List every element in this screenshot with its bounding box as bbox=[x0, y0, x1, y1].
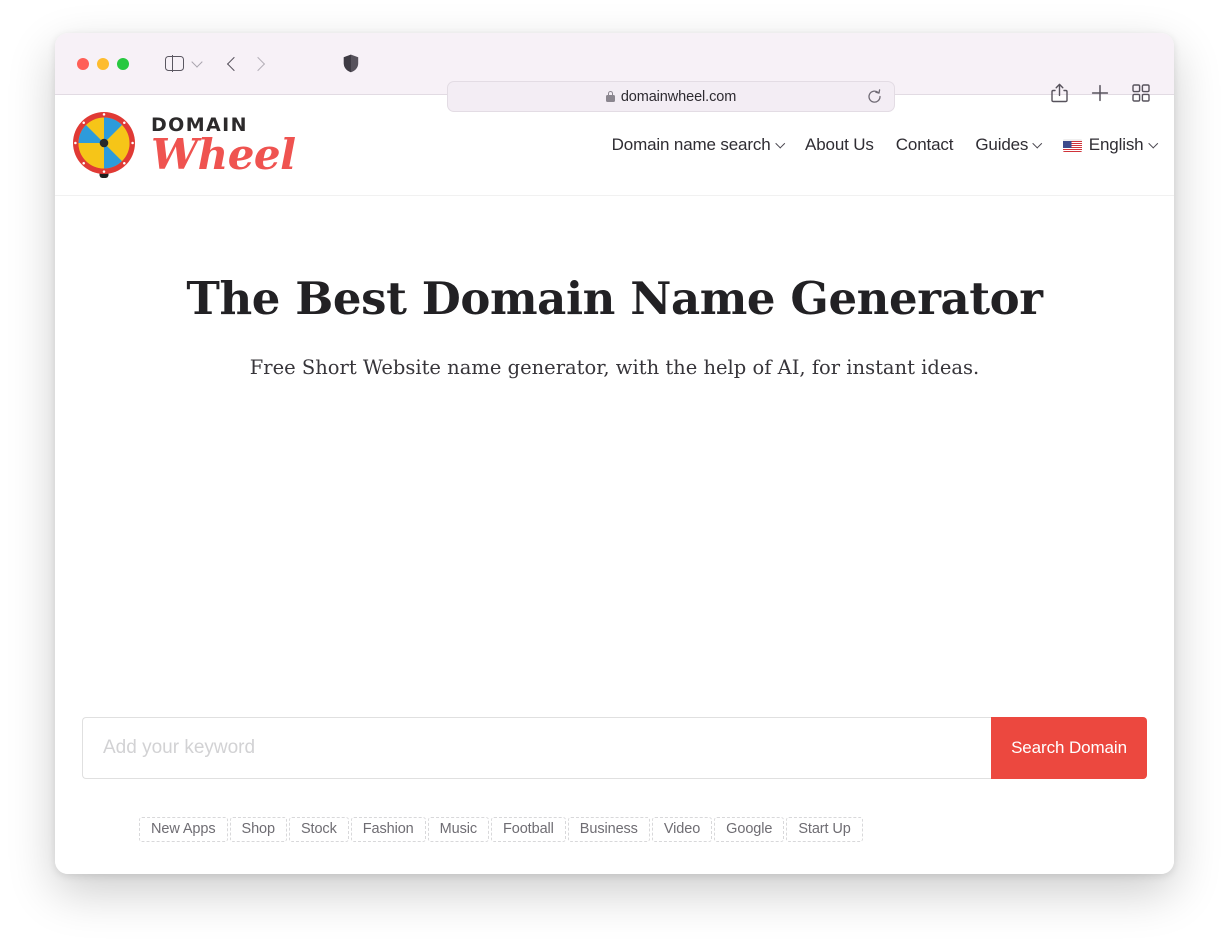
maximize-window-button[interactable] bbox=[117, 57, 129, 70]
chip-music[interactable]: Music bbox=[427, 817, 489, 842]
logo-wordmark: DOMAIN Wheel bbox=[151, 115, 296, 175]
browser-toolbar: domainwheel.com bbox=[55, 33, 1174, 112]
chevron-down-icon bbox=[1032, 138, 1043, 148]
suggested-keyword-chips: New Apps Shop Stock Fashion Music Footba… bbox=[139, 817, 863, 842]
chevron-down-icon[interactable] bbox=[191, 55, 203, 68]
chip-fashion[interactable]: Fashion bbox=[350, 817, 426, 842]
forward-arrow-icon[interactable] bbox=[250, 56, 266, 71]
page-content: The Best Domain Name Generator Free Shor… bbox=[55, 272, 1174, 874]
nav-label: About Us bbox=[805, 135, 874, 154]
nav-item-contact[interactable]: Contact bbox=[896, 135, 954, 155]
page-subtitle: Free Short Website name generator, with … bbox=[249, 356, 980, 379]
chip-video[interactable]: Video bbox=[651, 817, 713, 842]
us-flag-icon bbox=[1062, 138, 1082, 152]
page-title: The Best Domain Name Generator bbox=[186, 272, 1043, 325]
reload-icon[interactable] bbox=[867, 89, 882, 104]
nav-label: Domain name search bbox=[611, 135, 771, 154]
language-selector[interactable]: English bbox=[1062, 135, 1158, 155]
sidebar-toggle-button[interactable] bbox=[165, 55, 203, 72]
nav-label: Guides bbox=[975, 135, 1029, 154]
chevron-down-icon bbox=[775, 138, 785, 148]
chip-google[interactable]: Google bbox=[714, 817, 785, 842]
search-domain-button[interactable]: Search Domain bbox=[991, 717, 1147, 779]
chip-shop[interactable]: Shop bbox=[229, 817, 287, 842]
logo-wheel-text: Wheel bbox=[151, 129, 296, 179]
domain-search-form: Search Domain bbox=[82, 717, 1147, 779]
chevron-down-icon bbox=[1148, 138, 1158, 148]
nav-item-about-us[interactable]: About Us bbox=[805, 135, 874, 155]
search-input[interactable] bbox=[82, 717, 991, 779]
nav-item-domain-name-search[interactable]: Domain name search bbox=[611, 135, 785, 155]
toolbar-right-actions bbox=[1051, 83, 1150, 108]
close-window-button[interactable] bbox=[77, 57, 89, 70]
browser-window: domainwheel.com DOMAIN Wheel Domain name… bbox=[55, 33, 1174, 874]
address-bar-content: domainwheel.com bbox=[605, 88, 737, 105]
chip-football[interactable]: Football bbox=[491, 817, 566, 842]
minimize-window-button[interactable] bbox=[97, 57, 109, 70]
nav-label: Contact bbox=[895, 135, 954, 154]
sidebar-icon bbox=[165, 55, 184, 72]
main-navigation: Domain name search About Us Contact Guid… bbox=[611, 135, 1158, 155]
share-icon[interactable] bbox=[1051, 83, 1068, 108]
chip-start-up[interactable]: Start Up bbox=[786, 817, 863, 842]
lock-icon bbox=[605, 91, 615, 102]
shield-icon[interactable] bbox=[343, 54, 359, 73]
new-tab-icon[interactable] bbox=[1091, 84, 1109, 107]
url-text: domainwheel.com bbox=[620, 88, 737, 105]
navigation-arrows bbox=[226, 56, 266, 71]
chip-stock[interactable]: Stock bbox=[288, 817, 349, 842]
chip-business[interactable]: Business bbox=[567, 817, 650, 842]
address-bar[interactable]: domainwheel.com bbox=[447, 81, 895, 112]
window-controls bbox=[77, 57, 129, 70]
language-label: English bbox=[1088, 135, 1144, 154]
nav-item-guides[interactable]: Guides bbox=[975, 135, 1043, 155]
site-logo[interactable]: DOMAIN Wheel bbox=[71, 110, 296, 180]
back-arrow-icon[interactable] bbox=[226, 56, 242, 71]
wheel-logo-icon bbox=[71, 110, 141, 180]
chip-new-apps[interactable]: New Apps bbox=[139, 817, 228, 842]
tab-overview-icon[interactable] bbox=[1132, 84, 1150, 107]
